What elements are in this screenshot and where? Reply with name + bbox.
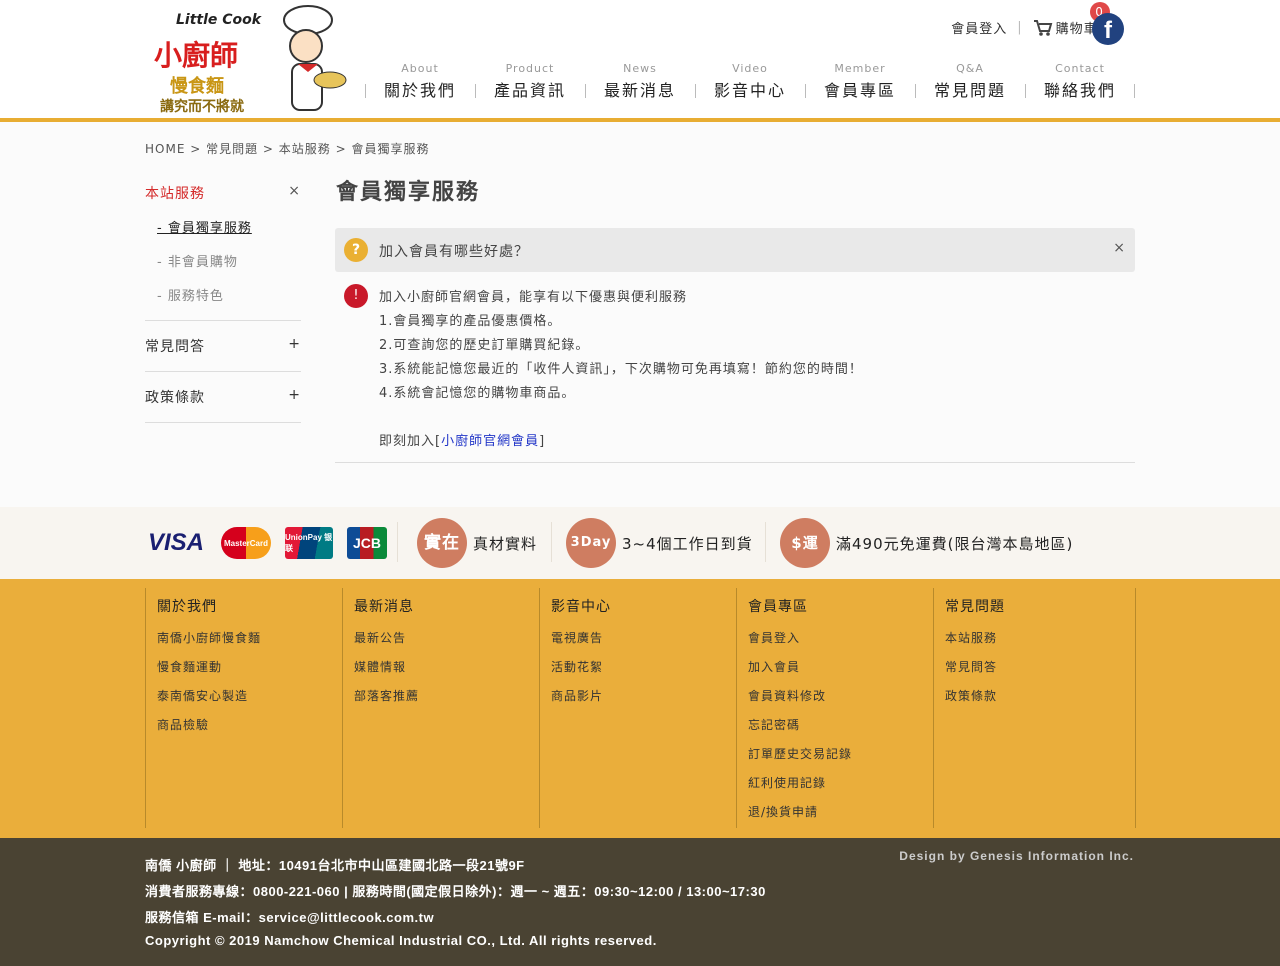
designer-credit[interactable]: Design by Genesis Information Inc. xyxy=(899,849,1134,863)
footer-link[interactable]: 常見問答 xyxy=(945,653,1130,682)
breadcrumb-faq[interactable]: 常見問題 xyxy=(206,142,258,156)
stopwatch-icon: 3Day xyxy=(566,518,616,568)
footer-link[interactable]: 會員登入 xyxy=(748,624,933,653)
nav-item-about[interactable]: About 關於我們 xyxy=(365,62,475,102)
footer-link[interactable]: 最新公告 xyxy=(354,624,539,653)
divider xyxy=(551,522,552,562)
nav-item-news[interactable]: News 最新消息 xyxy=(585,62,695,102)
footer-link[interactable]: 商品影片 xyxy=(551,682,736,711)
footer-column-title: 最新消息 xyxy=(354,599,414,615)
breadcrumb-current: 會員獨享服務 xyxy=(351,142,430,156)
payment-methods: VISA MasterCard UnionPay 银联 JCB xyxy=(145,527,387,559)
join-member-link[interactable]: 小廚師官網會員 xyxy=(441,434,539,449)
footer-link[interactable]: 慢食麵運動 xyxy=(157,653,342,682)
sidebar-item-features[interactable]: - 服務特色 xyxy=(145,278,301,312)
login-link[interactable]: 會員登入 xyxy=(951,18,1007,37)
footer-link[interactable]: 紅利使用記錄 xyxy=(748,769,933,798)
alert-icon: ! xyxy=(344,284,368,308)
nav-item-contact[interactable]: Contact 聯絡我們 xyxy=(1025,62,1135,102)
jcb-icon: JCB xyxy=(347,527,387,559)
sidebar-group-policy[interactable]: 政策條款 + xyxy=(145,380,301,414)
footer-link[interactable]: 南僑小廚師慢食麵 xyxy=(157,624,342,653)
divider xyxy=(397,522,398,562)
sidebar-item-member-service[interactable]: - 會員獨享服務 xyxy=(145,210,301,244)
footer-link[interactable]: 忘記密碼 xyxy=(748,711,933,740)
page-title: 會員獨享服務 xyxy=(336,180,481,205)
breadcrumb: HOME > 常見問題 > 本站服務 > 會員獨享服務 xyxy=(145,142,430,156)
mastercard-icon: MasterCard xyxy=(221,527,271,559)
feature-delivery: 3Day 3~4個工作日到貨 xyxy=(566,518,753,568)
footer-link[interactable]: 部落客推薦 xyxy=(354,682,539,711)
real-ingredients-icon: 實在 xyxy=(417,518,467,568)
sidebar: 本站服務 × - 會員獨享服務 - 非會員購物 - 服務特色 常見問答 + 政策條款… xyxy=(145,176,301,423)
main-nav: About 關於我們 Product 產品資訊 News 最新消息 Video 影音中心 Mem… xyxy=(365,62,1135,102)
nav-item-video[interactable]: Video 影音中心 xyxy=(695,62,805,102)
footer-column: 影音中心電視廣告 活動花絮 商品影片 xyxy=(539,588,736,828)
cart-icon xyxy=(1033,19,1052,36)
footer-column: 最新消息最新公告 媒體情報 部落客推薦 xyxy=(342,588,539,828)
nav-item-qa[interactable]: Q&A 常見問題 xyxy=(915,62,1025,102)
sidebar-group-faq[interactable]: 常見問答 + xyxy=(145,329,301,363)
nav-item-member[interactable]: Member 會員專區 xyxy=(805,62,915,102)
nav-item-product[interactable]: Product 產品資訊 xyxy=(475,62,585,102)
feature-real-ingredients: 實在 真材實料 xyxy=(417,518,537,568)
breadcrumb-home[interactable]: HOME xyxy=(145,142,185,156)
faq-answer: ! 加入小廚師官網會員，能享有以下優惠與便利服務 1.會員獨享的產品優惠價格。 … xyxy=(335,282,1135,463)
expand-icon[interactable]: + xyxy=(288,387,301,407)
footer-link[interactable]: 退/換貨申請 xyxy=(748,798,933,827)
question-icon: ? xyxy=(344,238,368,262)
site-logo[interactable]: Little Cook 小廚師 慢食麵 講究而不將就 xyxy=(150,2,350,116)
free-shipping-icon: $運 xyxy=(780,518,830,568)
unionpay-icon: UnionPay 银联 xyxy=(285,527,333,559)
footer-link[interactable]: 媒體情報 xyxy=(354,653,539,682)
footer-link[interactable]: 本站服務 xyxy=(945,624,1130,653)
footer-link[interactable]: 加入會員 xyxy=(748,653,933,682)
site-header: Little Cook 小廚師 慢食麵 講究而不將就 會員登入 | 購物車 0 … xyxy=(0,0,1280,122)
footer-column-title: 常見問題 xyxy=(945,599,1005,615)
footer-link[interactable]: 泰南僑安心製造 xyxy=(157,682,342,711)
sidebar-group-site-service[interactable]: 本站服務 × xyxy=(145,176,301,210)
footer-column: 關於我們南僑小廚師慢食麵 慢食麵運動 泰南僑安心製造 商品檢驗 xyxy=(145,588,342,828)
breadcrumb-site-service[interactable]: 本站服務 xyxy=(279,142,331,156)
feature-free-shipping: $運 滿490元免運費(限台灣本島地區) xyxy=(780,518,1073,568)
footer-link[interactable]: 會員資料修改 xyxy=(748,682,933,711)
facebook-icon[interactable]: f xyxy=(1092,13,1124,45)
close-icon[interactable]: × xyxy=(1113,240,1125,256)
faq-question[interactable]: ? 加入會員有哪些好處？ × xyxy=(335,228,1135,272)
footer-column: 常見問題本站服務 常見問答 政策條款 xyxy=(933,588,1130,828)
divider xyxy=(765,522,766,562)
sidebar-item-non-member[interactable]: - 非會員購物 xyxy=(145,244,301,278)
cart-link[interactable]: 購物車 0 xyxy=(1033,2,1110,37)
footer-link[interactable]: 電視廣告 xyxy=(551,624,736,653)
divider: | xyxy=(1017,20,1023,35)
collapse-icon[interactable]: × xyxy=(288,183,301,203)
footer-column-title: 影音中心 xyxy=(551,599,611,615)
footer-column: 會員專區會員登入 加入會員 會員資料修改 忘記密碼 訂單歷史交易記錄 紅利使用記錄 退/換貨… xyxy=(736,588,933,828)
footer-link[interactable]: 政策條款 xyxy=(945,682,1130,711)
divider xyxy=(1135,588,1136,828)
visa-icon: VISA xyxy=(147,529,204,556)
expand-icon[interactable]: + xyxy=(288,336,301,356)
footer-link[interactable]: 活動花絮 xyxy=(551,653,736,682)
chef-mascot-icon xyxy=(283,5,347,111)
footer-bottom: 南僑 小廚師 ｜ 地址：10491台北市中山區建國北路一段21號9F 消費者服務… xyxy=(0,838,1280,966)
footer-link[interactable]: 訂單歷史交易記錄 xyxy=(748,740,933,769)
footer-column-title: 關於我們 xyxy=(157,599,217,615)
footer-link[interactable]: 商品檢驗 xyxy=(157,711,342,740)
footer-column-title: 會員專區 xyxy=(748,599,808,615)
